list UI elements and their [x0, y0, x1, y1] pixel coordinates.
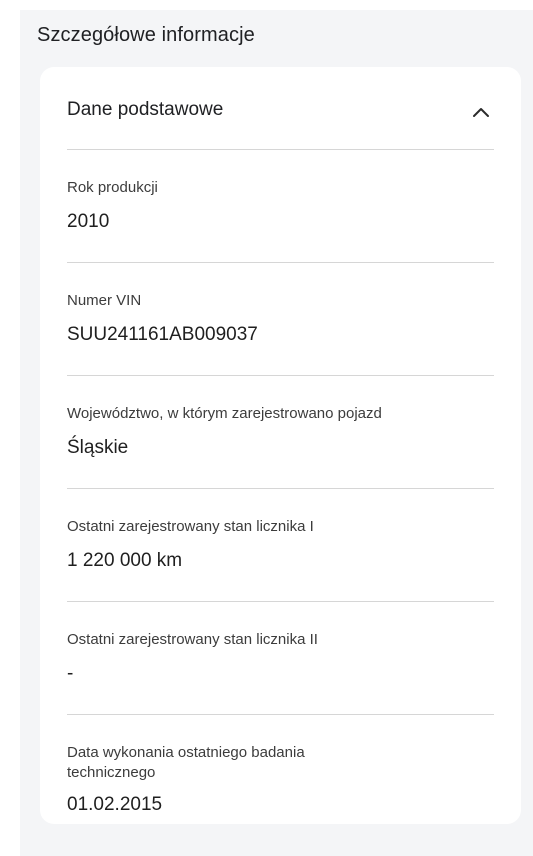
card-title: Dane podstawowe	[67, 99, 224, 120]
divider	[67, 149, 494, 150]
field-value-odometer-2: -	[67, 663, 74, 684]
field-label-production-year: Rok produkcji	[67, 179, 158, 196]
basic-data-card: Dane podstawowe Rok produkcji 2010 Numer…	[40, 67, 521, 824]
divider	[67, 714, 494, 715]
chevron-up-icon[interactable]	[470, 101, 492, 123]
field-label-vin: Numer VIN	[67, 292, 142, 309]
field-label-odometer-1: Ostatni zarejestrowany stan licznika I	[67, 518, 314, 535]
field-value-voivodeship: Śląskie	[67, 437, 129, 458]
field-label-odometer-2: Ostatni zarejestrowany stan licznika II	[67, 631, 318, 648]
divider	[67, 262, 494, 263]
field-label-voivodeship: Województwo, w którym zarejestrowano poj…	[67, 405, 382, 422]
divider	[67, 375, 494, 376]
divider	[67, 488, 494, 489]
card-header[interactable]: Dane podstawowe	[40, 67, 521, 149]
field-value-vin: SUU241161AB009037	[67, 324, 258, 345]
divider	[67, 601, 494, 602]
field-label-inspection-date: Data wykonania ostatniego badania techni…	[67, 744, 305, 781]
details-panel: Szczegółowe informacje Dane podstawowe R…	[20, 10, 533, 856]
field-value-odometer-1: 1 220 000 km	[67, 550, 183, 571]
section-title: Szczegółowe informacje	[37, 24, 255, 46]
field-value-inspection-date: 01.02.2015	[67, 794, 163, 815]
field-value-production-year: 2010	[67, 211, 110, 232]
